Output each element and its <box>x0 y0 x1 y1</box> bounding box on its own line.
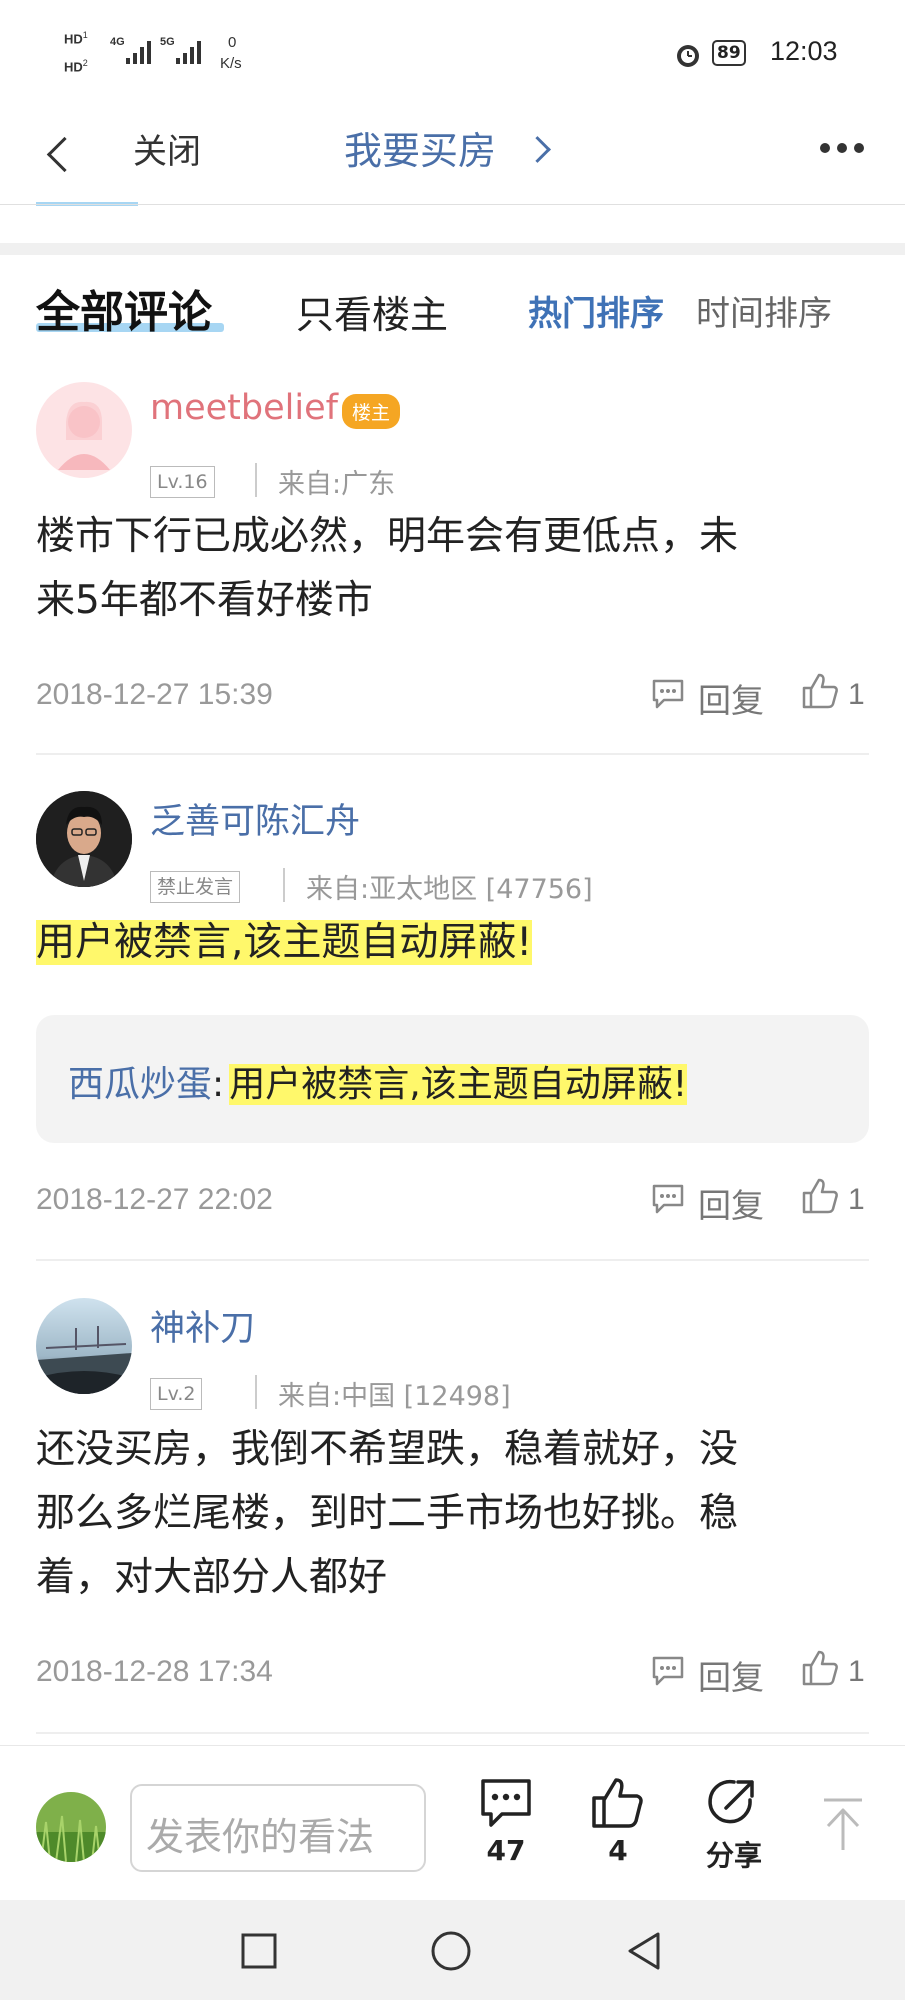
comment-divider <box>36 1259 869 1261</box>
share-button[interactable]: 分享 <box>694 1834 774 1874</box>
recent-apps-icon[interactable] <box>240 1932 278 1970</box>
sort-hot-button[interactable]: 热门排序 <box>528 286 664 335</box>
section-separator <box>0 243 905 255</box>
like-count: 1 <box>848 1655 865 1688</box>
close-button[interactable]: 关闭 <box>133 124 201 173</box>
page-title[interactable]: 我要买房 <box>344 120 496 175</box>
hd2-indicator: HD2 <box>64 58 88 75</box>
reply-button[interactable]: 回复 <box>698 674 764 722</box>
username[interactable]: 乏善可陈汇舟 <box>150 793 360 844</box>
reply-icon[interactable] <box>650 676 686 710</box>
comment-divider <box>36 753 869 755</box>
comment-item: 乏善可陈汇舟 禁止发言 来自:亚太地区 [47756] 用户被禁言,该主题自动屏… <box>0 775 905 1261</box>
comment-input[interactable]: 发表你的看法 <box>130 1784 426 1872</box>
quoted-username[interactable]: 西瓜炒蛋 <box>68 1064 212 1105</box>
back-arrow-icon[interactable] <box>46 136 83 173</box>
user-photo-icon <box>36 791 132 887</box>
user-location: 来自:中国 [12498] <box>278 1381 511 1412</box>
battery-indicator: 89 <box>712 40 746 66</box>
comment-timestamp: 2018-12-27 15:39 <box>36 678 273 711</box>
user-photo-icon <box>36 1298 132 1394</box>
comment-tabs: 全部评论 只看楼主 热门排序 时间排序 <box>0 270 905 350</box>
tab-host-only[interactable]: 只看楼主 <box>296 284 448 339</box>
thumbs-up-icon[interactable] <box>800 672 840 710</box>
my-avatar[interactable] <box>36 1792 106 1862</box>
quoted-reply[interactable]: 西瓜炒蛋: 用户被禁言,该主题自动屏蔽! <box>36 1015 869 1143</box>
bottom-action-bar: 发表你的看法 47 4 分享 <box>0 1745 905 1901</box>
level-badge: Lv.16 <box>150 466 215 498</box>
user-location: 来自:亚太地区 [47756] <box>306 874 593 905</box>
header-divider <box>0 204 905 205</box>
system-nav-bar <box>0 1900 905 2000</box>
signal-icon-2 <box>176 41 201 64</box>
reply-icon[interactable] <box>650 1181 686 1215</box>
username[interactable]: 神补刀 <box>150 1300 255 1351</box>
reply-button[interactable]: 回复 <box>698 1179 764 1227</box>
comment-text[interactable]: 用户被禁言,该主题自动屏蔽! <box>36 911 533 975</box>
tab-all-comments[interactable]: 全部评论 <box>36 276 212 340</box>
user-location: 来自:广东 <box>278 469 396 500</box>
host-badge: 楼主 <box>342 394 401 429</box>
sort-time-button[interactable]: 时间排序 <box>696 286 866 335</box>
comment-divider <box>36 1732 869 1734</box>
network-4g-label: 4G <box>110 36 125 48</box>
hd1-indicator: HD1 <box>64 30 88 47</box>
username[interactable]: meetbelief <box>150 388 338 428</box>
clock: 12:03 <box>770 36 838 66</box>
comment-timestamp: 2018-12-27 22:02 <box>36 1183 273 1216</box>
avatar[interactable] <box>36 1298 132 1394</box>
back-nav-icon[interactable] <box>624 1930 664 1972</box>
level-badge: Lv.2 <box>150 1378 203 1410</box>
signal-icon <box>126 41 151 64</box>
comment-text[interactable]: 还没买房，我倒不希望跌，稳着就好，没 那么多烂尾楼，到时二手市场也好挑。稳 着，… <box>36 1418 876 1610</box>
net-speed-unit: K/s <box>220 55 242 72</box>
home-icon[interactable] <box>430 1930 472 1972</box>
like-count-total: 4 <box>608 1834 628 1867</box>
thumbs-up-icon[interactable] <box>800 1177 840 1215</box>
status-bar: HD1 HD2 4G 5G 0 K/s 89 12:03 <box>0 0 905 100</box>
comment-bubble-icon[interactable] <box>478 1776 534 1830</box>
back-to-top-icon[interactable] <box>820 1796 866 1852</box>
thumbs-up-icon[interactable] <box>590 1776 646 1830</box>
like-count: 1 <box>848 678 865 711</box>
net-speed-value: 0 <box>228 34 237 51</box>
level-badge: 禁止发言 <box>150 871 241 903</box>
top-header: 关闭 我要买房 <box>0 100 905 205</box>
quoted-text: 用户被禁言,该主题自动屏蔽! <box>229 1064 688 1105</box>
thumbs-up-icon[interactable] <box>800 1649 840 1687</box>
default-avatar-icon <box>58 401 110 470</box>
meta-separator <box>255 463 257 497</box>
comment-text[interactable]: 楼市下行已成必然，明年会有更低点，未 来5年都不看好楼市 <box>36 505 876 633</box>
comment-count: 47 <box>486 1834 526 1867</box>
comment-input-placeholder: 发表你的看法 <box>146 1815 375 1859</box>
avatar[interactable] <box>36 382 132 478</box>
meta-separator <box>255 1375 257 1409</box>
reply-button[interactable]: 回复 <box>698 1651 764 1699</box>
chevron-right-icon[interactable] <box>524 136 551 163</box>
comment-timestamp: 2018-12-28 17:34 <box>36 1655 273 1688</box>
reply-icon[interactable] <box>650 1653 686 1687</box>
comment-item: meetbelief 楼主 Lv.16 来自:广东 楼市下行已成必然，明年会有更… <box>0 370 905 755</box>
meta-separator <box>283 868 285 902</box>
quoted-reply-content: 西瓜炒蛋: 用户被禁言,该主题自动屏蔽! <box>68 1064 688 1105</box>
grass-photo-icon <box>36 1792 106 1862</box>
like-count: 1 <box>848 1183 865 1216</box>
avatar[interactable] <box>36 791 132 887</box>
more-options-icon[interactable] <box>820 138 871 157</box>
share-icon[interactable] <box>704 1774 760 1830</box>
alarm-icon <box>677 45 699 67</box>
comment-item: 神补刀 Lv.2 来自:中国 [12498] 还没买房，我倒不希望跌，稳着就好，… <box>0 1280 905 1740</box>
network-5g-label: 5G <box>160 36 175 48</box>
